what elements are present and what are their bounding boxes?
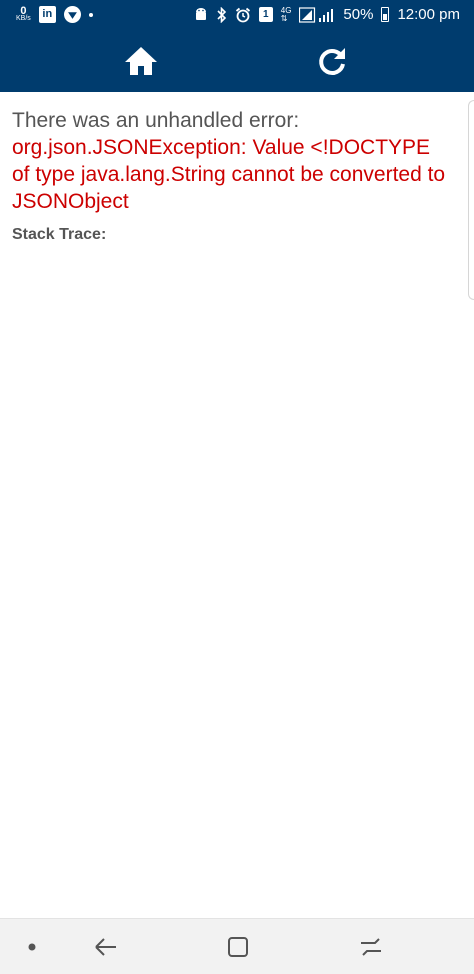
recent-apps-icon xyxy=(361,938,381,956)
battery-icon xyxy=(381,7,390,22)
signal-strength-icon xyxy=(299,6,335,23)
refresh-icon xyxy=(319,48,345,75)
recent-apps-button[interactable] xyxy=(355,931,387,963)
battery-percentage: 50% xyxy=(343,6,374,23)
back-arrow-icon xyxy=(95,938,116,956)
app-toolbar xyxy=(0,29,474,92)
error-heading: There was an unhandled error: xyxy=(12,109,300,132)
nav-dot-button[interactable] xyxy=(16,931,48,963)
square-home-icon xyxy=(228,937,248,957)
stack-trace-label: Stack Trace: xyxy=(12,226,107,243)
network-speed-value: 0 xyxy=(20,4,27,17)
status-bar-right: 1 4G ⇅ 50% 12:00 pm xyxy=(194,6,460,23)
network-speed-unit: KB/s xyxy=(16,14,31,22)
back-button[interactable] xyxy=(90,931,122,963)
navigation-bar xyxy=(0,918,474,974)
network-speed-indicator: 0 KB/s xyxy=(16,4,31,23)
scrollbar[interactable] xyxy=(468,100,474,300)
alarm-icon xyxy=(235,7,251,23)
error-content: There was an unhandled error: org.json.J… xyxy=(0,92,474,918)
dot-icon xyxy=(28,943,36,951)
sim-card-icon: 1 xyxy=(258,7,273,22)
bluetooth-icon xyxy=(216,6,227,23)
home-button[interactable] xyxy=(123,43,159,79)
status-bar: 0 KB/s in 1 4G ⇅ 50% 12:00 pm xyxy=(0,0,474,29)
screen: 0 KB/s in 1 4G ⇅ 50% 12:00 pm There was … xyxy=(0,0,474,974)
android-icon xyxy=(194,7,208,22)
error-message: org.json.JSONException: Value <!DOCTYPE … xyxy=(12,136,446,213)
data-arrows-icon: ⇅ xyxy=(280,13,288,23)
more-notifications-dot-icon xyxy=(88,12,93,17)
app-notification-icon xyxy=(63,6,81,23)
clock: 12:00 pm xyxy=(397,6,460,23)
refresh-button[interactable] xyxy=(314,43,350,79)
home-icon xyxy=(125,47,157,75)
nav-home-button[interactable] xyxy=(222,931,254,963)
network-type-label: 4G ⇅ xyxy=(280,6,292,23)
status-bar-left: 0 KB/s in xyxy=(16,4,93,23)
linkedin-icon: in xyxy=(38,6,56,23)
